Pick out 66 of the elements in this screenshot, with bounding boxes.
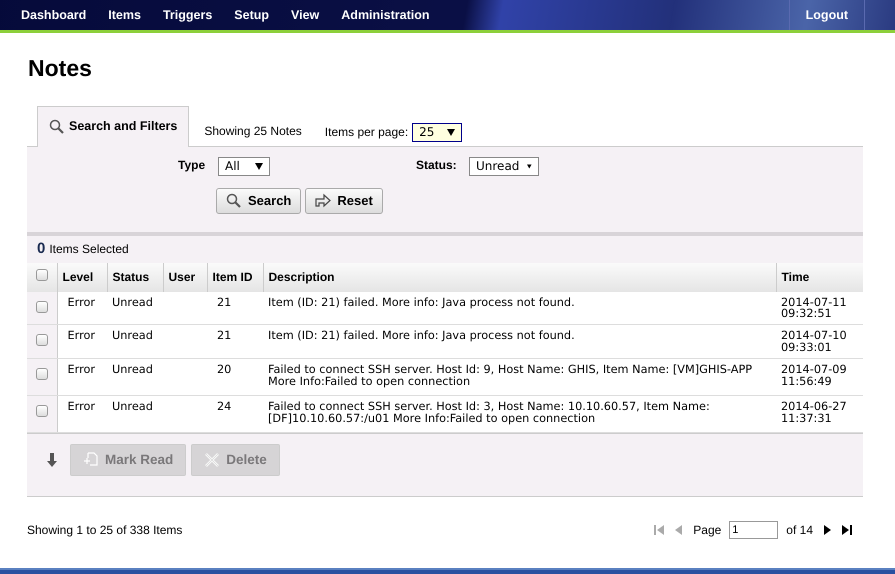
- search-icon: [49, 119, 64, 134]
- row-checkbox[interactable]: [36, 368, 48, 380]
- table-cell: Error: [57, 324, 107, 358]
- nav-link[interactable]: Triggers: [152, 0, 224, 30]
- selected-count: 0: [37, 238, 46, 259]
- nav-link[interactable]: Dashboard: [0, 0, 98, 30]
- document-icon: [83, 452, 99, 468]
- table-cell: Unread: [107, 358, 163, 396]
- row-checkbox[interactable]: [36, 334, 48, 346]
- next-page-icon[interactable]: [821, 524, 833, 536]
- filter-label: Status:: [416, 156, 457, 174]
- cross-icon: [204, 452, 220, 468]
- page-input[interactable]: 1: [729, 520, 778, 539]
- page-total: of 14: [786, 522, 813, 539]
- table-cell: 21: [207, 324, 263, 358]
- table-cell: Failed to connect SSH server. Host Id: 3, Host Name: 10.10.60.57, Item Name: [DF]10.10.60.57:/u01 More Info:Failed to open connection: [263, 395, 776, 432]
- pagination-summary: Showing 1 to 25 of 338 Items: [27, 522, 182, 539]
- dropdown-arrow-icon: [447, 128, 456, 136]
- table-cell: Error: [57, 395, 107, 432]
- reset-button[interactable]: Reset: [305, 188, 383, 214]
- table-cell: Unread: [107, 324, 163, 358]
- table-cell: Unread: [107, 292, 163, 325]
- filter-tab[interactable]: Search and Filters: [37, 106, 190, 146]
- nav-link[interactable]: Items: [97, 0, 152, 30]
- table-cell: Item (ID: 21) failed. More info: Java process not found.: [263, 292, 776, 325]
- column-header[interactable]: Status: [107, 262, 163, 292]
- dropdown-arrow-icon: [255, 162, 263, 170]
- column-header[interactable]: Description: [263, 262, 776, 292]
- selected-label: Items Selected: [49, 241, 129, 258]
- column-header[interactable]: Level: [57, 262, 107, 292]
- per-page-label: Items per page:: [324, 124, 408, 141]
- table-cell: 24: [207, 395, 263, 432]
- table-cell: Item (ID: 21) failed. More info: Java process not found.: [263, 324, 776, 358]
- table-cell: 2014-07-09 11:56:49: [776, 358, 863, 396]
- filter-select[interactable]: Unread: [469, 156, 539, 176]
- notes-count: Showing 25 Notes: [204, 122, 302, 140]
- reset-icon: [315, 193, 332, 208]
- table-cell: 2014-07-11 09:32:51: [776, 292, 863, 325]
- table-cell: Error: [57, 358, 107, 396]
- table-cell: 21: [207, 292, 263, 325]
- table-cell: Error: [57, 292, 107, 325]
- nav-link[interactable]: View: [280, 0, 330, 30]
- column-header[interactable]: User: [163, 262, 207, 292]
- table-cell: Unread: [107, 395, 163, 432]
- column-header[interactable]: Time: [776, 262, 863, 292]
- row-checkbox[interactable]: [36, 404, 48, 417]
- table-cell: Failed to connect SSH server. Host Id: 9, Host Name: GHIS, Item Name: [VM]GHIS-APP More Info:Failed to open connection: [263, 358, 776, 396]
- page-title: Notes: [28, 54, 93, 83]
- per-page-select[interactable]: 25: [412, 122, 462, 142]
- logout-button[interactable]: Logout: [788, 0, 865, 30]
- dropdown-arrow-icon: [527, 162, 532, 170]
- table-cell: 20: [207, 358, 263, 396]
- nav-link[interactable]: Administration: [330, 0, 440, 30]
- down-arrow-icon: [47, 452, 57, 467]
- search-button[interactable]: Search: [216, 188, 302, 214]
- select-all-checkbox[interactable]: [36, 269, 48, 281]
- filter-label: Type: [178, 156, 206, 174]
- table-cell: 2014-07-10 09:33:01: [776, 324, 863, 358]
- table-cell: 2014-06-27 11:37:31: [776, 395, 863, 432]
- last-page-icon[interactable]: [841, 524, 853, 536]
- search-icon: [226, 193, 242, 208]
- nav-link[interactable]: Setup: [223, 0, 280, 30]
- filter-select[interactable]: All: [218, 156, 270, 176]
- column-header[interactable]: Item ID: [207, 262, 263, 292]
- row-checkbox[interactable]: [36, 300, 48, 312]
- page-label: Page: [693, 522, 722, 539]
